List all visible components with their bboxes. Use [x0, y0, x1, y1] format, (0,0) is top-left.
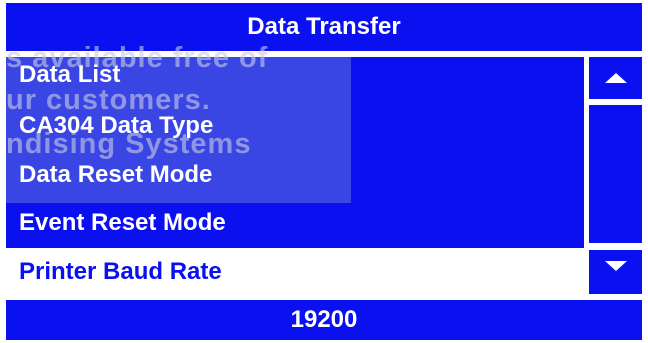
page-title: Data Transfer: [247, 13, 401, 40]
menu-item-ca304-data-type[interactable]: CA304 Data Type: [19, 106, 213, 146]
scrollbar-track[interactable]: [589, 105, 642, 243]
triangle-down-icon: [604, 261, 627, 271]
menu-item-data-reset-mode[interactable]: Data Reset Mode: [19, 155, 212, 195]
menu-item-event-reset-mode[interactable]: Event Reset Mode: [19, 203, 226, 243]
triangle-up-icon: [604, 73, 627, 83]
baud-rate-value: 19200: [290, 306, 358, 333]
selected-value-display: 19200: [6, 300, 642, 340]
scroll-up-button[interactable]: [589, 57, 642, 99]
menu-item-label: Event Reset Mode: [19, 209, 226, 236]
scroll-down-button[interactable]: [589, 250, 642, 294]
display-screen: Data Transfer s available free of ur cus…: [0, 0, 648, 343]
menu-item-label: CA304 Data Type: [19, 112, 214, 139]
menu-item-data-list[interactable]: Data List: [19, 55, 120, 95]
menu-item-label: Data Reset Mode: [19, 161, 213, 188]
menu-item-printer-baud-rate[interactable]: Printer Baud Rate: [6, 250, 584, 294]
menu-item-label: Data List: [19, 61, 121, 88]
menu-item-label: Printer Baud Rate: [19, 258, 222, 285]
